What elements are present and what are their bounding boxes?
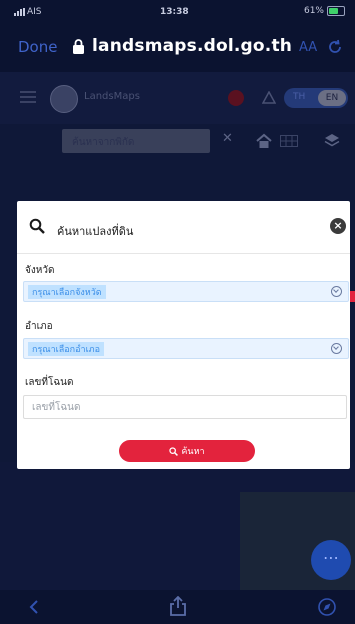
chevron-down-icon xyxy=(331,343,342,354)
dialog-header: ค้นหาแปลงที่ดิน × xyxy=(17,201,350,254)
notification-icon[interactable] xyxy=(228,90,244,106)
district-select-value: กรุณาเลือกอำเภอ xyxy=(28,342,105,356)
menu-icon[interactable] xyxy=(20,91,36,103)
parcel-number-input[interactable] xyxy=(23,395,347,419)
province-select-value: กรุณาเลือกจังหวัด xyxy=(28,285,106,299)
parcel-number-label: เลขที่โฉนด xyxy=(25,377,74,388)
side-tab-indicator xyxy=(350,291,355,302)
brand-title: LandsMaps xyxy=(84,91,140,102)
battery-icon xyxy=(327,6,345,16)
url-text[interactable]: landsmaps.dol.go.th xyxy=(92,36,292,56)
carrier-label: AIS xyxy=(14,7,42,17)
battery-status: 61% xyxy=(304,6,345,16)
layers-icon[interactable] xyxy=(324,132,340,148)
search-icon xyxy=(29,218,45,234)
warning-icon[interactable] xyxy=(262,91,276,104)
done-button[interactable]: Done xyxy=(18,38,57,56)
coordinate-search-input[interactable]: ค้นหาจากพิกัด xyxy=(62,129,210,153)
signal-icon xyxy=(14,7,25,16)
browser-bottom-bar xyxy=(0,590,355,624)
compass-icon[interactable] xyxy=(318,598,336,616)
more-options-button[interactable]: ⋯ xyxy=(311,540,351,580)
district-select[interactable]: กรุณาเลือกอำเภอ xyxy=(23,338,349,359)
parcel-search-dialog: ค้นหาแปลงที่ดิน × จังหวัด กรุณาเลือกจังห… xyxy=(17,201,350,469)
text-size-button[interactable]: AA xyxy=(299,40,317,55)
share-icon[interactable] xyxy=(169,596,187,616)
lang-en-option[interactable]: EN xyxy=(318,90,346,106)
language-toggle[interactable]: TH EN xyxy=(284,88,348,108)
clock: 13:38 xyxy=(160,7,189,17)
grid-icon[interactable] xyxy=(280,135,298,147)
app-header: LandsMaps TH EN xyxy=(0,72,355,124)
province-select[interactable]: กรุณาเลือกจังหวัด xyxy=(23,281,349,302)
clear-search-icon[interactable]: ✕ xyxy=(222,131,233,146)
district-label: อำเภอ xyxy=(25,321,53,332)
dialog-title: ค้นหาแปลงที่ดิน xyxy=(57,225,134,238)
search-button-icon xyxy=(169,446,179,456)
reload-icon[interactable] xyxy=(327,39,343,55)
search-button[interactable]: ค้นหา xyxy=(119,440,255,462)
back-icon[interactable] xyxy=(26,599,42,615)
home-icon[interactable] xyxy=(256,133,272,149)
browser-url-bar: Done landsmaps.dol.go.th AA xyxy=(0,26,355,72)
search-button-label: ค้นหา xyxy=(181,447,205,457)
province-label: จังหวัด xyxy=(25,265,55,276)
chevron-down-icon xyxy=(331,286,342,297)
lock-icon xyxy=(73,39,84,54)
dol-logo xyxy=(50,85,78,113)
map-toolbar: ค้นหาจากพิกัด ✕ xyxy=(0,124,355,156)
coordinate-search-placeholder: ค้นหาจากพิกัด xyxy=(72,137,135,148)
close-icon[interactable]: × xyxy=(330,218,346,234)
battery-percent: 61% xyxy=(303,6,324,16)
lang-th-option[interactable]: TH xyxy=(293,92,305,102)
map-area[interactable] xyxy=(0,462,355,590)
status-bar: AIS 13:38 61% xyxy=(0,0,355,26)
